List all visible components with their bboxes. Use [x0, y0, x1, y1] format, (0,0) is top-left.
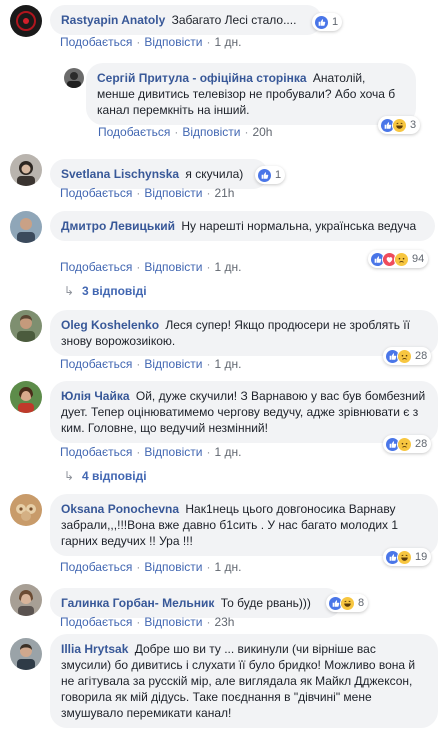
reaction-count: 8 [358, 597, 365, 609]
view-replies-link[interactable]: ↳ 3 відповіді [64, 284, 147, 298]
comment-actions: Подобається · Відповісти · 1 дн. [60, 357, 242, 371]
timestamp[interactable]: 1 дн. [214, 35, 241, 49]
comment-bubble: Svetlana Lischynska я скучила) [50, 159, 268, 189]
comment-text: Ну нарешті нормальна, українська ведуча [181, 219, 417, 233]
comment-actions: Подобається · Відповісти · 1 дн. [60, 560, 242, 574]
haha-reaction-icon [392, 117, 407, 133]
avatar[interactable] [10, 638, 42, 670]
avatar[interactable] [64, 68, 84, 88]
like-link[interactable]: Подобається [60, 357, 132, 371]
reply-link[interactable]: Відповісти [144, 260, 202, 274]
like-link[interactable]: Подобається [60, 260, 132, 274]
reply-link[interactable]: Відповісти [182, 125, 240, 139]
like-link[interactable]: Подобається [60, 560, 132, 574]
sad-reaction-icon [394, 251, 409, 267]
avatar[interactable] [10, 584, 42, 616]
timestamp[interactable]: 1 дн. [214, 357, 241, 371]
comment-text: я скучила) [185, 167, 244, 181]
reactions-summary[interactable]: 1 [312, 13, 343, 31]
reaction-count: 28 [415, 438, 428, 450]
avatar[interactable] [10, 5, 42, 37]
author-name[interactable]: Svetlana Lischynska [61, 167, 179, 181]
reactions-summary[interactable]: 28 [383, 435, 432, 453]
author-name[interactable]: Галинка Горбан- Мельник [61, 596, 214, 610]
comment-bubble: Illia Hrytsak Добре шо ви ту ... викинул… [50, 634, 438, 728]
timestamp[interactable]: 21h [214, 186, 234, 200]
avatar[interactable] [10, 211, 42, 243]
like-link[interactable]: Подобається [60, 615, 132, 629]
avatar[interactable] [10, 381, 42, 413]
reply-link[interactable]: Відповісти [144, 186, 202, 200]
comment-bubble: Галинка Горбан- Мельник То буде рвань))) [50, 588, 341, 618]
reaction-count: 94 [412, 253, 425, 265]
reaction-count: 19 [415, 551, 428, 563]
avatar[interactable] [10, 154, 42, 186]
author-name[interactable]: Illia Hrytsak [61, 642, 128, 656]
avatar[interactable] [10, 494, 42, 526]
reply-arrow-icon: ↳ [64, 284, 75, 298]
timestamp[interactable]: 1 дн. [214, 560, 241, 574]
like-link[interactable]: Подобається [60, 35, 132, 49]
reactions-summary[interactable]: 28 [383, 347, 432, 365]
timestamp[interactable]: 20h [252, 125, 272, 139]
sad-reaction-icon [397, 348, 412, 364]
like-link[interactable]: Подобається [60, 186, 132, 200]
comment-actions: Подобається · Відповісти · 1 дн. [60, 35, 242, 49]
author-name[interactable]: Rastyapin Anatoly [61, 13, 165, 27]
comment-actions: Подобається · Відповісти · 1 дн. [60, 445, 242, 459]
reply-link[interactable]: Відповісти [144, 35, 202, 49]
reactions-summary[interactable]: 3 [378, 116, 421, 134]
timestamp[interactable]: 1 дн. [214, 445, 241, 459]
reactions-summary[interactable]: 94 [368, 250, 429, 268]
reaction-count: 1 [332, 16, 339, 28]
avatar[interactable] [10, 310, 42, 342]
like-link[interactable]: Подобається [60, 445, 132, 459]
timestamp[interactable]: 23h [214, 615, 234, 629]
comment-bubble: Дмитро Левицький Ну нарешті нормальна, у… [50, 211, 435, 241]
reaction-count: 3 [410, 119, 417, 131]
comment-actions: Подобається · Відповісти · 1 дн. [60, 260, 242, 274]
reply-link[interactable]: Відповісти [144, 445, 202, 459]
comment-bubble: Юлія Чайка Ой, дуже скучили! З Варнавою … [50, 381, 438, 443]
reply-link[interactable]: Відповісти [144, 560, 202, 574]
comment-actions: Подобається · Відповісти · 20h [98, 125, 273, 139]
reactions-summary[interactable]: 1 [255, 166, 286, 184]
comment-bubble: Oksana Ponochevna Нак1нець цього довгоно… [50, 494, 438, 556]
haha-reaction-icon [397, 549, 412, 565]
like-reaction-icon [314, 14, 329, 30]
author-name[interactable]: Юлія Чайка [61, 389, 130, 403]
comment-bubble: Oleg Koshelenko Леся супер! Якщо продюсе… [50, 310, 438, 356]
comment-text: То буде рвань))) [220, 596, 311, 610]
comment-bubble: Rastyapin Anatoly Забагато Лесі стало...… [50, 5, 322, 35]
reply-link[interactable]: Відповісти [144, 615, 202, 629]
author-name[interactable]: Oksana Ponochevna [61, 502, 179, 516]
haha-reaction-icon [340, 595, 355, 611]
comment-actions: Подобається · Відповісти · 21h [60, 186, 235, 200]
sad-reaction-icon [397, 436, 412, 452]
reactions-summary[interactable]: 19 [383, 548, 432, 566]
timestamp[interactable]: 1 дн. [214, 260, 241, 274]
comment-actions: Подобається · Відповісти · 23h [60, 615, 235, 629]
reaction-count: 1 [275, 169, 282, 181]
author-name[interactable]: Oleg Koshelenko [61, 318, 159, 332]
reply-arrow-icon: ↳ [64, 469, 75, 483]
reply-link[interactable]: Відповісти [144, 357, 202, 371]
author-name[interactable]: Дмитро Левицький [61, 219, 175, 233]
reactions-summary[interactable]: 8 [326, 594, 369, 612]
like-reaction-icon [257, 167, 272, 183]
reaction-count: 28 [415, 350, 428, 362]
view-replies-link[interactable]: ↳ 4 відповіді [64, 469, 147, 483]
like-link[interactable]: Подобається [98, 125, 170, 139]
author-name[interactable]: Сергій Притула - офіційна сторінка [97, 71, 307, 85]
comment-text: Забагато Лесі стало.... [171, 13, 297, 27]
comment-bubble: Сергій Притула - офіційна сторінка Анато… [86, 63, 416, 125]
